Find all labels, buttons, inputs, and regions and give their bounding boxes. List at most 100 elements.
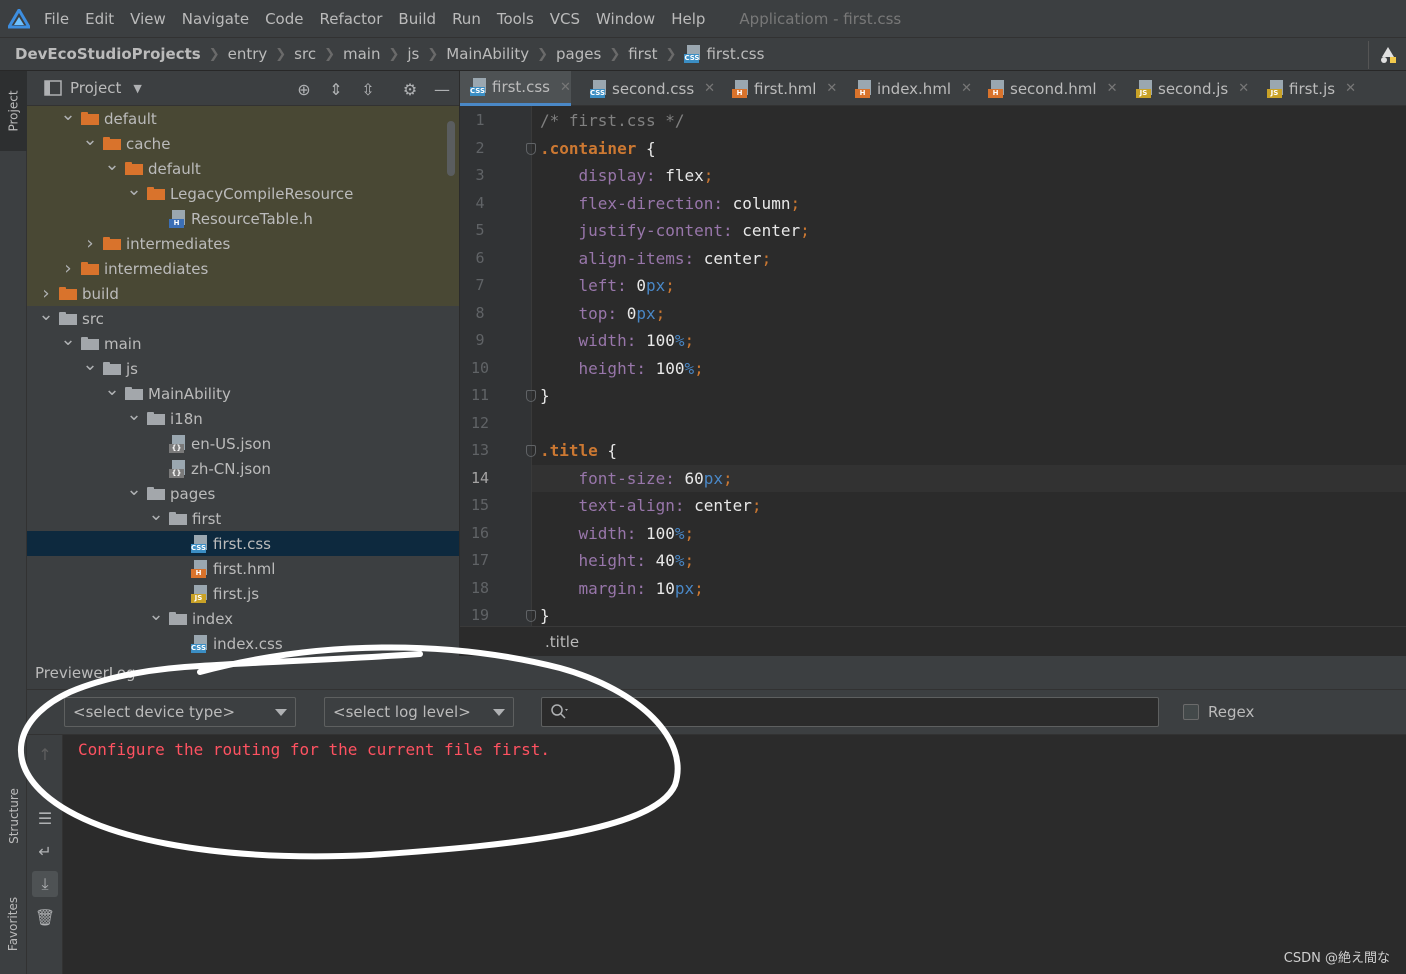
run-config-button[interactable] <box>1368 41 1406 69</box>
soft-wrap-doc-icon[interactable]: ☰ <box>32 805 58 831</box>
code-editor[interactable]: 1 2 3 4 5 6 7 8 9 10 11 12 13 14 15 16 17 18 19 /* first.c… <box>460 106 1406 626</box>
close-icon[interactable]: ✕ <box>1238 81 1249 96</box>
code-token: top <box>578 303 608 323</box>
editor-tab[interactable]: JS second.js ✕ <box>1126 71 1249 106</box>
project-tree-row[interactable]: › intermediates <box>27 256 459 281</box>
project-tree-row[interactable]: ⌄ pages <box>27 479 459 506</box>
menu-navigate[interactable]: Navigate <box>182 10 249 28</box>
chevron-right-icon[interactable]: › <box>81 231 99 256</box>
breadcrumb-item[interactable]: pages <box>556 45 601 63</box>
chevron-down-icon[interactable]: ⌄ <box>37 302 55 327</box>
device-type-select[interactable]: <select device type> <box>64 697 296 727</box>
locate-icon[interactable]: ⊕ <box>294 79 314 99</box>
breadcrumb-item[interactable]: js <box>407 45 419 63</box>
menu-view[interactable]: View <box>130 10 166 28</box>
breadcrumb-item[interactable]: CSS first.css <box>684 45 764 63</box>
project-tree-row[interactable]: CSS first.css <box>27 531 459 556</box>
close-icon[interactable]: ✕ <box>1107 81 1118 96</box>
wrap-lines-icon[interactable]: ↵ <box>32 838 58 864</box>
chevron-down-icon[interactable]: ⌄ <box>59 327 77 352</box>
project-tree-scrollbar[interactable] <box>447 121 455 176</box>
project-tree-row[interactable]: ⌄ js <box>27 354 459 381</box>
gear-icon[interactable]: ⚙ <box>400 79 420 99</box>
editor-tab[interactable]: Hindex.hml ✕ <box>845 71 972 106</box>
breadcrumb-item[interactable]: DevEcoStudioProjects <box>15 45 201 63</box>
tool-tab-structure[interactable]: Structure <box>0 771 27 861</box>
project-tree-row[interactable]: ⌄ LegacyCompileResource <box>27 179 459 206</box>
menu-window[interactable]: Window <box>596 10 655 28</box>
editor-tab[interactable]: Hsecond.hml ✕ <box>978 71 1117 106</box>
chevron-down-icon[interactable]: ⌄ <box>125 177 143 202</box>
close-icon[interactable]: ✕ <box>560 80 571 95</box>
editor-tab[interactable]: CSS second.css ✕ <box>580 71 715 106</box>
project-tree-row[interactable]: ⌄ MainAbility <box>27 379 459 406</box>
code-token: px <box>636 303 656 323</box>
close-icon[interactable]: ✕ <box>826 81 837 96</box>
project-tree-row[interactable]: ⌄ i18n <box>27 404 459 431</box>
editor-tab[interactable]: JS first.js ✕ <box>1257 71 1356 106</box>
menu-build[interactable]: Build <box>398 10 436 28</box>
chevron-down-icon[interactable]: ⌄ <box>147 602 165 627</box>
menu-code[interactable]: Code <box>265 10 303 28</box>
editor-tab[interactable]: Hfirst.hml ✕ <box>722 71 837 106</box>
close-icon[interactable]: ✕ <box>704 81 715 96</box>
breadcrumb-item[interactable]: entry <box>228 45 268 63</box>
close-icon[interactable]: ✕ <box>961 81 972 96</box>
project-tree-row[interactable]: ⌄ src <box>27 304 459 331</box>
project-tree-row[interactable]: › intermediates <box>27 231 459 256</box>
project-tree-row[interactable]: Hfirst.hml <box>27 556 459 581</box>
fold-marker-icon[interactable] <box>526 142 536 155</box>
project-tree-row[interactable]: ⌄ default <box>27 154 459 181</box>
fold-marker-icon[interactable] <box>526 610 536 622</box>
chevron-down-icon[interactable]: ⌄ <box>81 352 99 377</box>
collapse-all-icon[interactable]: ⇳ <box>358 79 378 99</box>
chevron-down-icon[interactable]: ⌄ <box>103 377 121 402</box>
close-icon[interactable]: ✕ <box>1345 81 1356 96</box>
log-level-select[interactable]: <select log level> <box>324 697 514 727</box>
breadcrumb-item[interactable]: main <box>343 45 380 63</box>
line-number: 14 <box>470 468 490 487</box>
project-view-dropdown-icon[interactable]: ▼ <box>133 82 141 95</box>
chevron-down-icon[interactable]: ⌄ <box>59 102 77 127</box>
menu-file[interactable]: File <box>44 10 69 28</box>
regex-checkbox[interactable] <box>1183 704 1199 720</box>
menu-tools[interactable]: Tools <box>497 10 534 28</box>
project-tree-row[interactable]: ⌄ first <box>27 504 459 531</box>
chevron-down-icon[interactable]: ⌄ <box>125 402 143 427</box>
code-token: % <box>674 523 685 543</box>
breadcrumb-item[interactable]: src <box>294 45 316 63</box>
project-tree-row[interactable]: {} zh-CN.json <box>27 456 459 481</box>
menu-edit[interactable]: Edit <box>85 10 114 28</box>
menu-refactor[interactable]: Refactor <box>319 10 382 28</box>
hide-panel-icon[interactable]: — <box>432 79 452 99</box>
scroll-to-end-icon[interactable]: ⤓ <box>32 871 58 897</box>
breadcrumb-item[interactable]: MainAbility <box>446 45 529 63</box>
log-search-input[interactable] <box>541 697 1159 727</box>
chevron-down-icon <box>275 709 287 716</box>
menu-run[interactable]: Run <box>452 10 481 28</box>
menu-help[interactable]: Help <box>671 10 705 28</box>
project-tree-row[interactable]: › build <box>27 281 459 306</box>
structure-crumb-item[interactable]: .title <box>545 633 579 651</box>
project-tree-row[interactable]: ⌄ cache <box>27 129 459 156</box>
chevron-down-icon[interactable]: ⌄ <box>81 127 99 152</box>
project-tree-row[interactable]: ⌄ index <box>27 604 459 631</box>
scroll-up-icon[interactable]: ↑ <box>32 741 58 767</box>
trash-icon[interactable]: 🗑 <box>32 904 58 930</box>
project-tree-row[interactable]: {} en-US.json <box>27 431 459 456</box>
editor-tab[interactable]: CSS first.css ✕ <box>460 71 571 106</box>
chevron-down-icon[interactable]: ⌄ <box>125 477 143 502</box>
tool-tab-project[interactable]: Project <box>0 71 27 151</box>
breadcrumb-item[interactable]: first <box>628 45 657 63</box>
menu-vcs[interactable]: VCS <box>550 10 580 28</box>
chevron-right-icon[interactable]: › <box>59 256 77 281</box>
chevron-down-icon[interactable]: ⌄ <box>103 152 121 177</box>
project-tree-row[interactable]: CSS index.css <box>27 631 459 656</box>
expand-all-icon[interactable]: ⇕ <box>326 79 346 99</box>
fold-marker-icon[interactable] <box>526 390 536 402</box>
fold-marker-icon[interactable] <box>526 445 536 457</box>
tool-tab-favorites[interactable]: Favorites <box>0 876 27 971</box>
project-tree-row[interactable]: H ResourceTable.h <box>27 206 459 231</box>
project-tree-row[interactable]: JS first.js <box>27 581 459 606</box>
chevron-down-icon[interactable]: ⌄ <box>147 502 165 527</box>
